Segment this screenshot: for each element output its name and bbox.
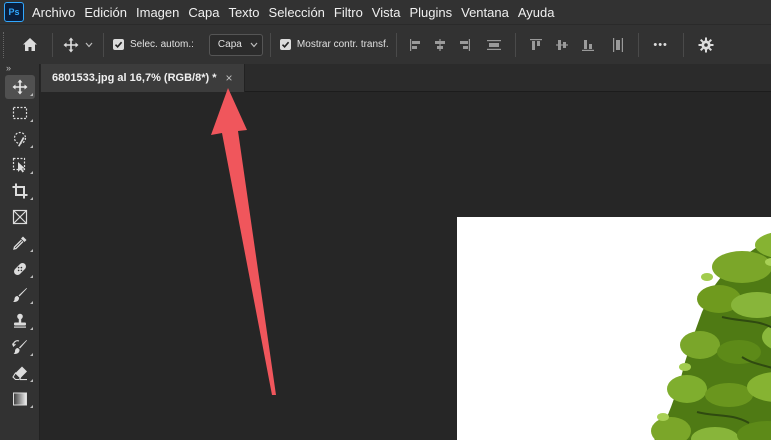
menu-imagen[interactable]: Imagen [136, 5, 179, 20]
quick-select-tool[interactable] [5, 127, 35, 151]
show-transform-checkbox[interactable] [279, 39, 291, 50]
auto-select-checkbox[interactable] [113, 39, 124, 50]
align-bottom-icon [581, 39, 594, 51]
rect-marquee-icon [12, 106, 28, 120]
brush-tool[interactable] [5, 283, 35, 307]
quick-select-icon [13, 131, 27, 147]
align-middle-v-icon [555, 39, 568, 50]
align-center-h-button[interactable] [428, 31, 452, 59]
tools-panel: » [0, 64, 40, 440]
separator [103, 32, 104, 57]
object-select-icon [12, 157, 26, 173]
tool-preset-picker[interactable] [60, 31, 96, 59]
separator [52, 32, 53, 57]
align-middle-v-button[interactable] [549, 31, 575, 59]
separator [269, 32, 271, 57]
options-bar: Selec. autom.: Capa Mostrar contr. trans… [0, 24, 771, 64]
crop-icon [12, 183, 28, 199]
menu-edicion[interactable]: Edición [84, 5, 127, 20]
eyedropper-icon [13, 236, 27, 250]
tool-settings-button[interactable] [691, 31, 721, 59]
options-bar-grip[interactable] [3, 31, 9, 58]
checkmark-icon [281, 41, 290, 48]
gear-icon [698, 37, 714, 52]
align-right-icon [459, 38, 470, 51]
distribute-horizontal-button[interactable] [480, 31, 508, 59]
layer-select-dropdown[interactable]: Capa [208, 33, 263, 56]
bandage-icon [14, 263, 26, 275]
document-tab-title: 6801533.jpg al 16,7% (RGB/8*) * [52, 72, 217, 84]
menu-plugins[interactable]: Plugins [409, 5, 452, 20]
auto-select-label: Selec. autom.: [130, 39, 194, 50]
stamp-tool[interactable] [5, 309, 35, 333]
menu-seleccion[interactable]: Selección [269, 5, 325, 20]
object-select-tool[interactable] [5, 153, 35, 177]
home-icon [23, 38, 37, 51]
tree-foliage [651, 232, 771, 440]
align-bottom-button[interactable] [575, 31, 601, 59]
distribute-vertical-icon [612, 37, 623, 52]
photoshop-logo-icon[interactable]: Ps [4, 2, 24, 22]
align-center-h-icon [434, 38, 445, 51]
menu-filtro[interactable]: Filtro [334, 5, 363, 20]
canvas-workspace[interactable] [41, 93, 771, 440]
align-top-button[interactable] [523, 31, 549, 59]
gradient-tool[interactable] [5, 387, 35, 411]
separator [637, 32, 639, 57]
document-tab-bar: 6801533.jpg al 16,7% (RGB/8*) * × [41, 64, 771, 92]
history-brush-icon [12, 340, 27, 354]
tree-photo [651, 232, 771, 440]
document-canvas[interactable] [457, 217, 771, 440]
history-brush-tool[interactable] [5, 335, 35, 359]
align-top-icon [529, 38, 542, 50]
move-icon [63, 37, 79, 52]
align-left-button[interactable] [404, 31, 428, 59]
menu-archivo[interactable]: Archivo [32, 5, 75, 20]
stamp-icon [14, 313, 26, 328]
move-icon [12, 79, 28, 95]
gradient-icon [13, 392, 27, 406]
layer-select-value: Capa [217, 39, 242, 50]
distribute-vertical-button[interactable] [605, 31, 631, 59]
align-left-icon [409, 38, 420, 51]
healing-tool[interactable] [5, 257, 35, 281]
brush-icon [13, 288, 27, 302]
separator [395, 32, 397, 57]
menu-vista[interactable]: Vista [372, 5, 401, 20]
move-tool[interactable] [5, 75, 35, 99]
menu-ayuda[interactable]: Ayuda [518, 5, 555, 20]
toolbar-collapse-button[interactable]: » [0, 64, 39, 74]
frame-icon [12, 209, 28, 225]
align-right-button[interactable] [452, 31, 476, 59]
separator [514, 32, 516, 57]
menu-bar: Ps Archivo Edición Imagen Capa Texto Sel… [0, 0, 771, 24]
show-transform-option[interactable]: Mostrar contr. transf. [279, 31, 389, 59]
marquee-tool[interactable] [5, 101, 35, 125]
menu-texto[interactable]: Texto [228, 5, 259, 20]
document-tab[interactable]: 6801533.jpg al 16,7% (RGB/8*) * × [41, 64, 245, 92]
separator [682, 32, 684, 57]
frame-tool[interactable] [5, 205, 35, 229]
chevron-down-icon [85, 42, 93, 47]
crop-tool[interactable] [5, 179, 35, 203]
menu-capa[interactable]: Capa [188, 5, 219, 20]
eyedropper-tool[interactable] [5, 231, 35, 255]
chevron-down-icon [250, 42, 258, 47]
auto-select-option[interactable]: Selec. autom.: [113, 31, 194, 59]
eraser-icon [12, 366, 27, 381]
more-options-button[interactable]: ••• [646, 31, 676, 59]
menu-ventana[interactable]: Ventana [461, 5, 509, 20]
close-icon[interactable]: × [225, 71, 232, 85]
eraser-tool[interactable] [5, 361, 35, 385]
checkmark-icon [114, 41, 123, 48]
home-button[interactable] [15, 31, 45, 59]
show-transform-label: Mostrar contr. transf. [296, 39, 389, 50]
distribute-horizontal-icon [486, 39, 501, 50]
